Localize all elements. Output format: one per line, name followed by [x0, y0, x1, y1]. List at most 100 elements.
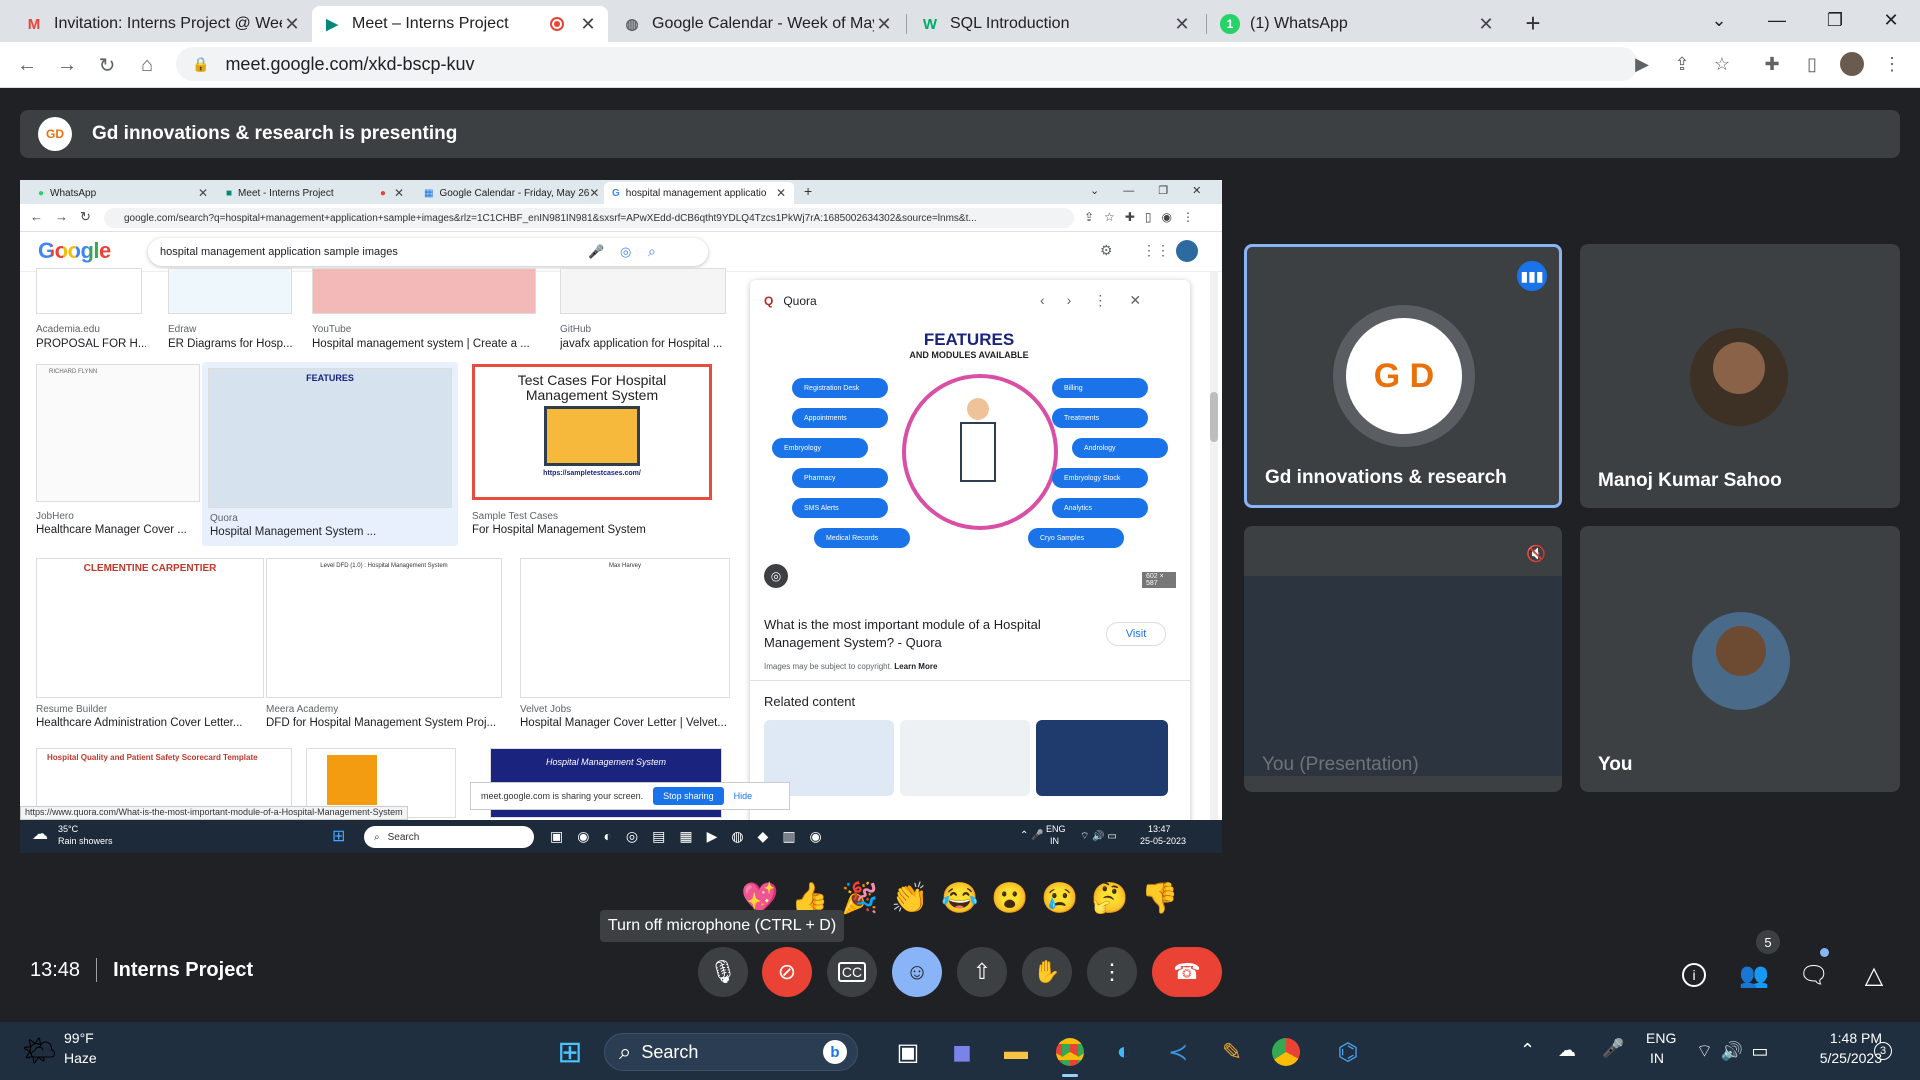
back-icon[interactable]: ← [12, 50, 42, 80]
address-bar[interactable]: 🔒 meet.google.com/xkd-bscp-kuv [176, 47, 1638, 81]
reaction-surprised-button[interactable]: 😮 [990, 878, 1030, 918]
side-panel-icon[interactable]: ▯ [1798, 50, 1826, 78]
reaction-thumbs-down-button[interactable]: 👎 [1140, 878, 1180, 918]
close-icon[interactable]: ✕ [1476, 14, 1496, 35]
reaction-laugh-button[interactable]: 😂 [940, 878, 980, 918]
home-icon[interactable]: ⌂ [132, 50, 162, 80]
result-thumbnail: RICHARD FLYNN [36, 364, 200, 502]
close-icon[interactable]: ✕ [578, 14, 598, 35]
language-code[interactable]: ENG [1646, 1030, 1676, 1046]
participant-tile-manoj[interactable]: Manoj Kumar Sahoo [1580, 244, 1900, 508]
emoji-icon: ☺ [905, 959, 929, 984]
people-button[interactable]: 👥 [1734, 955, 1774, 995]
tab-title: Invitation: Interns Project @ Wee [54, 15, 282, 32]
search-icon: ⌕ [648, 243, 656, 259]
tab-search-dropdown[interactable]: ⌄ [1690, 0, 1748, 40]
close-icon[interactable]: ✕ [1172, 14, 1192, 35]
camera-icon[interactable]: ▶ [1628, 50, 1656, 78]
chat-button[interactable]: 🗨 [1794, 955, 1834, 995]
reaction-clap-button[interactable]: 👏 [890, 878, 930, 918]
participant-tile-presentation[interactable]: 🔇 You (Presentation) [1244, 526, 1562, 792]
bookmark-star-icon[interactable]: ☆ [1708, 50, 1736, 78]
participant-tile-you[interactable]: You [1580, 526, 1900, 792]
close-icon[interactable]: ✕ [874, 14, 894, 35]
related-heading: Related content [764, 694, 856, 709]
share-icon[interactable]: ⇪ [1668, 50, 1696, 78]
visit-button: Visit [1106, 622, 1166, 646]
paint-icon[interactable]: ✎ [1212, 1032, 1252, 1072]
window-controls: ⌄—❐✕ [1090, 185, 1222, 197]
task-view-icon[interactable]: ▣ [888, 1032, 928, 1072]
address-url: meet.google.com/xkd-bscp-kuv [225, 53, 475, 74]
panel-preview-image: FEATURES AND MODULES AVAILABLE Registrat… [762, 326, 1176, 588]
reaction-party-button[interactable]: 🎉 [840, 878, 880, 918]
tab-sql-introduction[interactable]: W SQL Introduction ✕ [910, 6, 1202, 42]
taskbar-search-box[interactable]: ⌕ Search b [604, 1033, 858, 1071]
profile-avatar[interactable] [1838, 50, 1866, 78]
close-window-button[interactable]: ✕ [1862, 0, 1920, 40]
feature-title: FEATURES [923, 330, 1015, 349]
microphone-icon: 🎙 [709, 959, 737, 984]
captions-button[interactable]: CC [827, 947, 877, 997]
panel-title: What is the most important module of a H… [764, 617, 1041, 651]
reaction-sad-button[interactable]: 😢 [1040, 878, 1080, 918]
shared-screen: ● WhatsApp ✕ ■ Meet - Interns Project ● ✕ ▦ Go… [20, 180, 1222, 853]
close-icon[interactable]: ✕ [282, 14, 302, 35]
result-source: Sample Test Cases [472, 511, 558, 522]
more-options-button[interactable]: ⋮ [1087, 947, 1137, 997]
chrome-profile-icon[interactable] [1266, 1032, 1306, 1072]
vscode-icon[interactable]: ≺ [1158, 1032, 1198, 1072]
tray-chevron-icon[interactable]: ⌃ [1520, 1040, 1535, 1061]
maximize-button[interactable]: ❐ [1806, 0, 1864, 40]
raise-hand-button[interactable]: ✋ [1022, 947, 1072, 997]
menu-kebab-icon[interactable]: ⋮ [1878, 50, 1906, 78]
present-screen-button[interactable]: ⇧ [957, 947, 1007, 997]
reaction-thinking-button[interactable]: 🤔 [1090, 878, 1130, 918]
microphone-tray-icon[interactable]: 🎤 [1602, 1038, 1624, 1059]
extensions-icon[interactable]: ✚ [1758, 50, 1786, 78]
tab-gmail-invitation[interactable]: M Invitation: Interns Project @ Wee ✕ [14, 6, 312, 42]
reload-icon[interactable]: ↻ [92, 50, 122, 80]
leave-call-button[interactable]: ☎ [1152, 947, 1222, 997]
tab-whatsapp[interactable]: 1 (1) WhatsApp ✕ [1210, 6, 1506, 42]
meeting-details-button[interactable]: i [1674, 955, 1714, 995]
meeting-info: 13:48 Interns Project [30, 958, 253, 982]
reactions-button[interactable]: ☺ [892, 947, 942, 997]
participant-name: Gd innovations & research [1265, 467, 1507, 488]
panel-nav-icons: ‹›⋮✕ [1040, 292, 1164, 308]
related-thumb [1036, 720, 1168, 796]
result-item-selected: FEATURES Quora Hospital Management Syste… [202, 362, 458, 546]
minimize-button[interactable]: — [1748, 0, 1806, 40]
tab-meet[interactable]: ▶ Meet – Interns Project ✕ [312, 6, 608, 42]
activities-button[interactable]: △ [1854, 955, 1894, 995]
forward-icon[interactable]: → [52, 50, 82, 80]
new-tab-button[interactable]: + [1518, 8, 1548, 38]
python-icon[interactable]: ⌬ [1328, 1032, 1368, 1072]
gmail-icon: M [27, 15, 41, 33]
tray-icons: ⌃ 🎤 [1020, 830, 1044, 841]
windows-start-button[interactable]: ⊞ [550, 1032, 590, 1072]
onedrive-icon[interactable]: ☁ [1558, 1040, 1576, 1061]
image-size-badge: 602 × 587 [1142, 572, 1176, 588]
result-caption: DFD for Hospital Management System Proj.… [266, 717, 497, 729]
camera-off-button[interactable]: ⊘ [762, 947, 812, 997]
taskbar-search-label: Search [641, 1041, 699, 1062]
module-pill: SMS Alerts [792, 498, 888, 518]
clock-time[interactable]: 1:48 PM [1796, 1030, 1882, 1046]
result-thumbnail [168, 268, 292, 314]
weather-sun-icon[interactable]: 🌤 [22, 1034, 58, 1067]
microphone-button[interactable]: 🎙 [698, 947, 748, 997]
weather-temp: 35°C [58, 824, 79, 834]
account-avatar [1176, 240, 1198, 262]
chrome-icon[interactable] [1050, 1032, 1090, 1072]
presentation-preview [1244, 576, 1562, 776]
notification-badge[interactable]: 3 [1874, 1042, 1892, 1060]
captions-icon: CC [837, 962, 867, 982]
file-explorer-icon[interactable]: ▬ [996, 1032, 1036, 1072]
edge-icon[interactable]: ◐ [1104, 1032, 1144, 1072]
tab-google-calendar[interactable]: ◍ Google Calendar - Week of May ✕ [612, 6, 904, 42]
network-volume-battery-icons[interactable]: ⌔🔊▭ [1696, 1040, 1776, 1063]
presenting-text: Gd innovations & research is presenting [92, 123, 458, 144]
participant-tile-presenter[interactable]: ▮▮▮ G D Gd innovations & research [1244, 244, 1562, 508]
teams-chat-icon[interactable]: ◼ [942, 1032, 982, 1072]
